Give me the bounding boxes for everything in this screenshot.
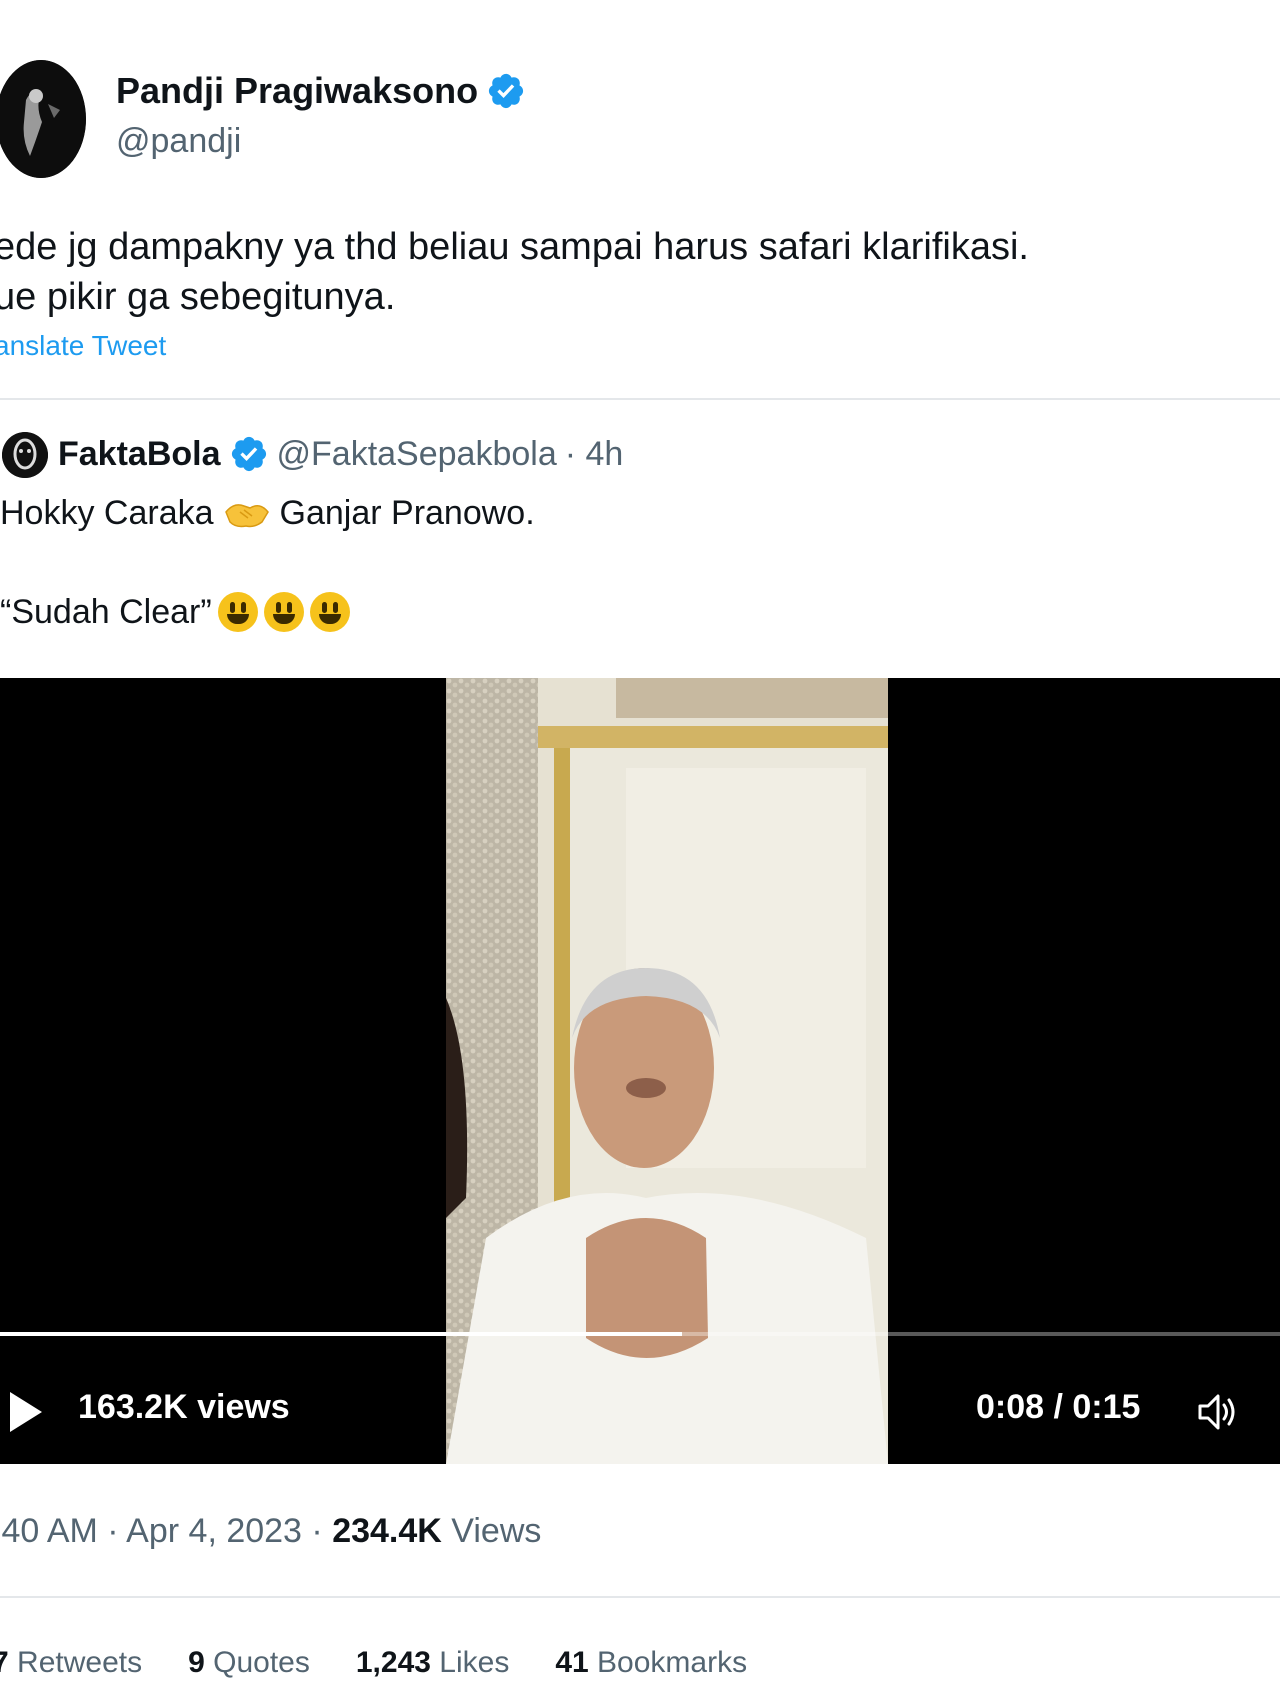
grinning-face-emoji-icon [217,592,258,632]
quoted-text-right: Ganjar Pranowo. [279,494,535,532]
video-views: 163.2K views [78,1388,290,1426]
quoted-time[interactable]: · 4h [565,435,624,474]
grinning-face-emoji-icon [263,592,304,632]
handshake-emoji-icon [224,503,269,527]
engagement-stats: 7 Retweets 9 Quotes 1,243 Likes 41 Bookm… [0,1646,747,1680]
tweet-time-date[interactable]: :40 AM · Apr 4, 2023 · [0,1512,323,1550]
tweet-views-label: Views [451,1512,542,1550]
bookmarks-count: 41 [555,1646,589,1679]
tweet-text-line-1: ede jg dampakny ya thd beliau sampai har… [0,226,1029,268]
video-thumbnail [446,678,888,1464]
author-handle[interactable]: @pandji [116,122,241,161]
translate-tweet-link[interactable]: anslate Tweet [0,330,166,362]
volume-icon[interactable] [1194,1388,1242,1436]
quotes-stat[interactable]: 9 Quotes [188,1646,310,1680]
quoted-author-avatar[interactable] [2,432,48,478]
divider [0,1596,1280,1598]
divider [0,398,1280,400]
quoted-handle[interactable]: @FaktaSepakbola [277,435,557,474]
video-frame [446,678,888,1464]
tweet-views-count: 234.4K [332,1512,442,1550]
quoted-text-left: Hokky Caraka [0,494,214,532]
play-icon[interactable] [8,1390,44,1434]
video-progress-fill [0,1332,683,1336]
video-time: 0:08 / 0:15 [976,1388,1141,1426]
likes-count: 1,243 [355,1646,431,1679]
quotes-count: 9 [188,1646,205,1679]
quoted-text-line-2: “Sudah Clear” [0,592,350,632]
verified-badge-icon [489,73,524,109]
verified-badge-icon [231,436,266,472]
author-display-name[interactable]: Pandji Pragiwaksono [116,70,478,112]
quoted-text-line-1: Hokky Caraka Ganjar Pranowo. [0,494,535,533]
retweets-label: Retweets [17,1646,143,1679]
author-name-row[interactable]: Pandji Pragiwaksono [116,70,526,112]
tweet-timestamp[interactable]: :40 AM · Apr 4, 2023 · 234.4K Views [0,1512,541,1551]
bookmarks-label: Bookmarks [597,1646,748,1679]
tweet-text: ede jg dampakny ya thd beliau sampai har… [0,222,1029,322]
quoted-display-name[interactable]: FaktaBola [58,435,221,474]
likes-stat[interactable]: 1,243 Likes [356,1646,509,1680]
quotes-label: Quotes [213,1646,310,1679]
quoted-header[interactable]: FaktaBola @FaktaSepakbola · 4h [58,434,623,474]
retweets-stat[interactable]: 7 Retweets [0,1646,142,1680]
bookmarks-stat[interactable]: 41 Bookmarks [555,1646,747,1680]
video-player[interactable]: 163.2K views 0:08 / 0:15 [0,678,1280,1464]
likes-label: Likes [439,1646,510,1679]
author-avatar[interactable] [0,60,86,178]
quoted-quote-text: “Sudah Clear” [0,592,212,631]
tweet-text-line-2: ue pikir ga sebegitunya. [0,276,396,318]
retweets-count: 7 [0,1646,9,1679]
grinning-face-emoji-icon [309,592,350,632]
